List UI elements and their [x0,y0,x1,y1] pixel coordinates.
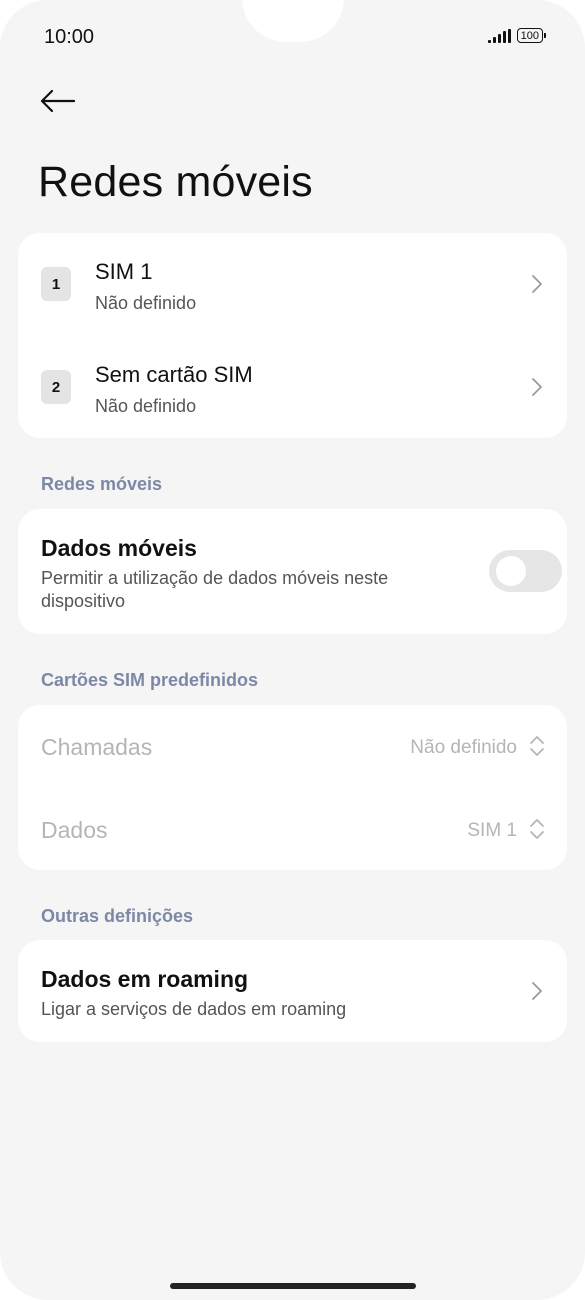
chevron-right-icon [532,982,542,1000]
sim-2-status: Não definido [95,396,197,416]
phone-screen: 10:00 100 Redes móveis 1 SIM 1 Não defin… [0,0,585,1300]
data-label: Dados [41,817,108,843]
mobile-data-description: Permitir a utilização de dados móveis ne… [41,568,389,611]
roaming-subtitle: Ligar a serviços de dados em roaming [41,999,347,1019]
back-button[interactable] [38,84,78,118]
section-label-mobile-networks: Redes móveis [41,474,163,494]
roaming-row[interactable]: Dados em roaming Ligar a serviços de dad… [18,940,567,1042]
calls-label: Chamadas [41,734,153,760]
battery-icon: 100 [516,28,547,43]
signal-icon [487,28,511,43]
status-icons: 100 [487,28,547,43]
data-row[interactable]: Dados SIM 1 [18,788,567,870]
mobile-data-toggle[interactable] [489,550,562,592]
arrow-left-icon [40,89,76,113]
chevron-up-down-icon [530,736,544,756]
chevron-right-icon [532,275,542,293]
sim-1-title: SIM 1 [95,259,153,284]
camera-notch [242,0,344,42]
sim-cards-card: 1 SIM 1 Não definido 2 Sem cartão SIM Nã… [18,233,567,438]
toggle-knob [496,556,526,586]
mobile-data-title: Dados móveis [41,535,197,561]
sim-1-row[interactable]: 1 SIM 1 Não definido [18,233,567,335]
sim-2-title: Sem cartão SIM [95,362,253,387]
calls-row[interactable]: Chamadas Não definido [18,705,567,788]
page-title: Redes móveis [38,158,313,206]
default-sims-card: Chamadas Não definido Dados SIM 1 [18,705,567,870]
mobile-data-card: Dados móveis Permitir a utilização de da… [18,509,567,634]
roaming-title: Dados em roaming [41,966,249,992]
section-label-other-settings: Outras definições [41,906,194,926]
sim-1-badge: 1 [41,267,71,301]
status-time: 10:00 [44,26,95,48]
calls-value: Não definido [410,737,517,758]
sim-2-badge: 2 [41,370,71,404]
roaming-card: Dados em roaming Ligar a serviços de dad… [18,940,567,1042]
sim-2-row[interactable]: 2 Sem cartão SIM Não definido [18,336,567,438]
chevron-right-icon [532,378,542,396]
section-label-default-sims: Cartões SIM predefinidos [41,670,259,690]
mobile-data-row[interactable]: Dados móveis Permitir a utilização de da… [18,509,567,634]
home-indicator[interactable] [170,1283,416,1289]
chevron-up-down-icon [530,819,544,839]
sim-1-status: Não definido [95,293,197,313]
data-value: SIM 1 [467,820,517,841]
